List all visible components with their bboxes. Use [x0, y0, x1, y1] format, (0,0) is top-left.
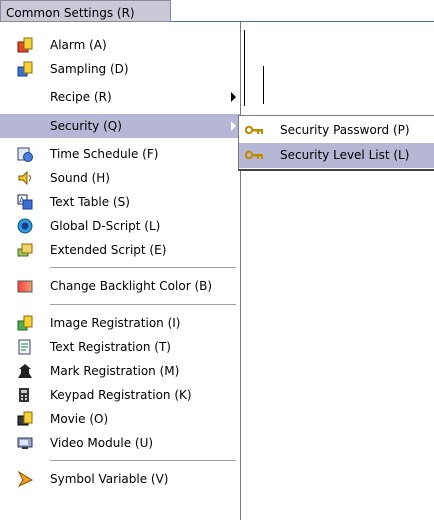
image-registration-icon [17, 315, 33, 331]
sampling-icon [17, 61, 33, 77]
key-icon [244, 123, 265, 137]
menu-item-mark-registration[interactable]: Mark Registration (M) [0, 359, 240, 383]
text-table-icon: A [17, 194, 33, 210]
menu-item-time-schedule[interactable]: Time Schedule (F) [0, 142, 240, 166]
menu-item-text-table[interactable]: A Text Table (S) [0, 190, 240, 214]
submenu-arrow-icon [231, 121, 236, 131]
menu-item-movie[interactable]: Movie (O) [0, 407, 240, 431]
common-settings-menu: Alarm (A) Sampling (D) Recipe (R) Securi… [0, 22, 241, 520]
alarm-icon [17, 37, 33, 53]
video-module-icon [17, 435, 33, 451]
menu-item-alarm[interactable]: Alarm (A) [0, 33, 240, 57]
security-submenu: Security Password (P) Security Level Lis… [238, 115, 434, 171]
menu-item-text-registration[interactable]: Text Registration (T) [0, 335, 240, 359]
submenu-arrow-icon [231, 92, 236, 102]
extended-script-icon [17, 242, 33, 258]
movie-icon [17, 411, 33, 427]
mark-registration-icon [17, 363, 33, 379]
menubar-label: Common Settings (R) [6, 6, 135, 20]
keypad-registration-icon [17, 387, 33, 403]
menu-separator [50, 304, 236, 306]
canvas-line [263, 66, 264, 104]
menu-item-change-backlight-color[interactable]: Change Backlight Color (B) [0, 274, 240, 298]
menu-item-sampling[interactable]: Sampling (D) [0, 57, 240, 81]
global-d-script-icon [17, 218, 33, 234]
menu-item-security[interactable]: Security (Q) [0, 114, 240, 138]
menu-separator [50, 460, 236, 462]
menu-separator [50, 267, 236, 269]
key-icon [244, 148, 265, 162]
time-schedule-icon [17, 146, 33, 162]
menu-item-sound[interactable]: Sound (H) [0, 166, 240, 190]
submenu-item-security-level-list[interactable]: Security Level List (L) [239, 143, 434, 168]
menu-item-extended-script[interactable]: Extended Script (E) [0, 238, 240, 262]
menu-item-video-module[interactable]: Video Module (U) [0, 431, 240, 455]
menu-item-image-registration[interactable]: Image Registration (I) [0, 311, 240, 335]
menu-item-keypad-registration[interactable]: Keypad Registration (K) [0, 383, 240, 407]
symbol-variable-icon [17, 470, 34, 488]
menu-item-recipe[interactable]: Recipe (R) [0, 85, 240, 109]
text-registration-icon [17, 339, 33, 355]
menu-item-symbol-variable[interactable]: Symbol Variable (V) [0, 467, 240, 491]
backlight-color-icon [17, 278, 33, 294]
submenu-item-security-password[interactable]: Security Password (P) [239, 118, 434, 143]
sound-icon [17, 170, 33, 186]
menubar-common-settings[interactable]: Common Settings (R) [0, 0, 171, 22]
canvas-line [244, 30, 245, 106]
menu-item-global-d-script[interactable]: Global D-Script (L) [0, 214, 240, 238]
